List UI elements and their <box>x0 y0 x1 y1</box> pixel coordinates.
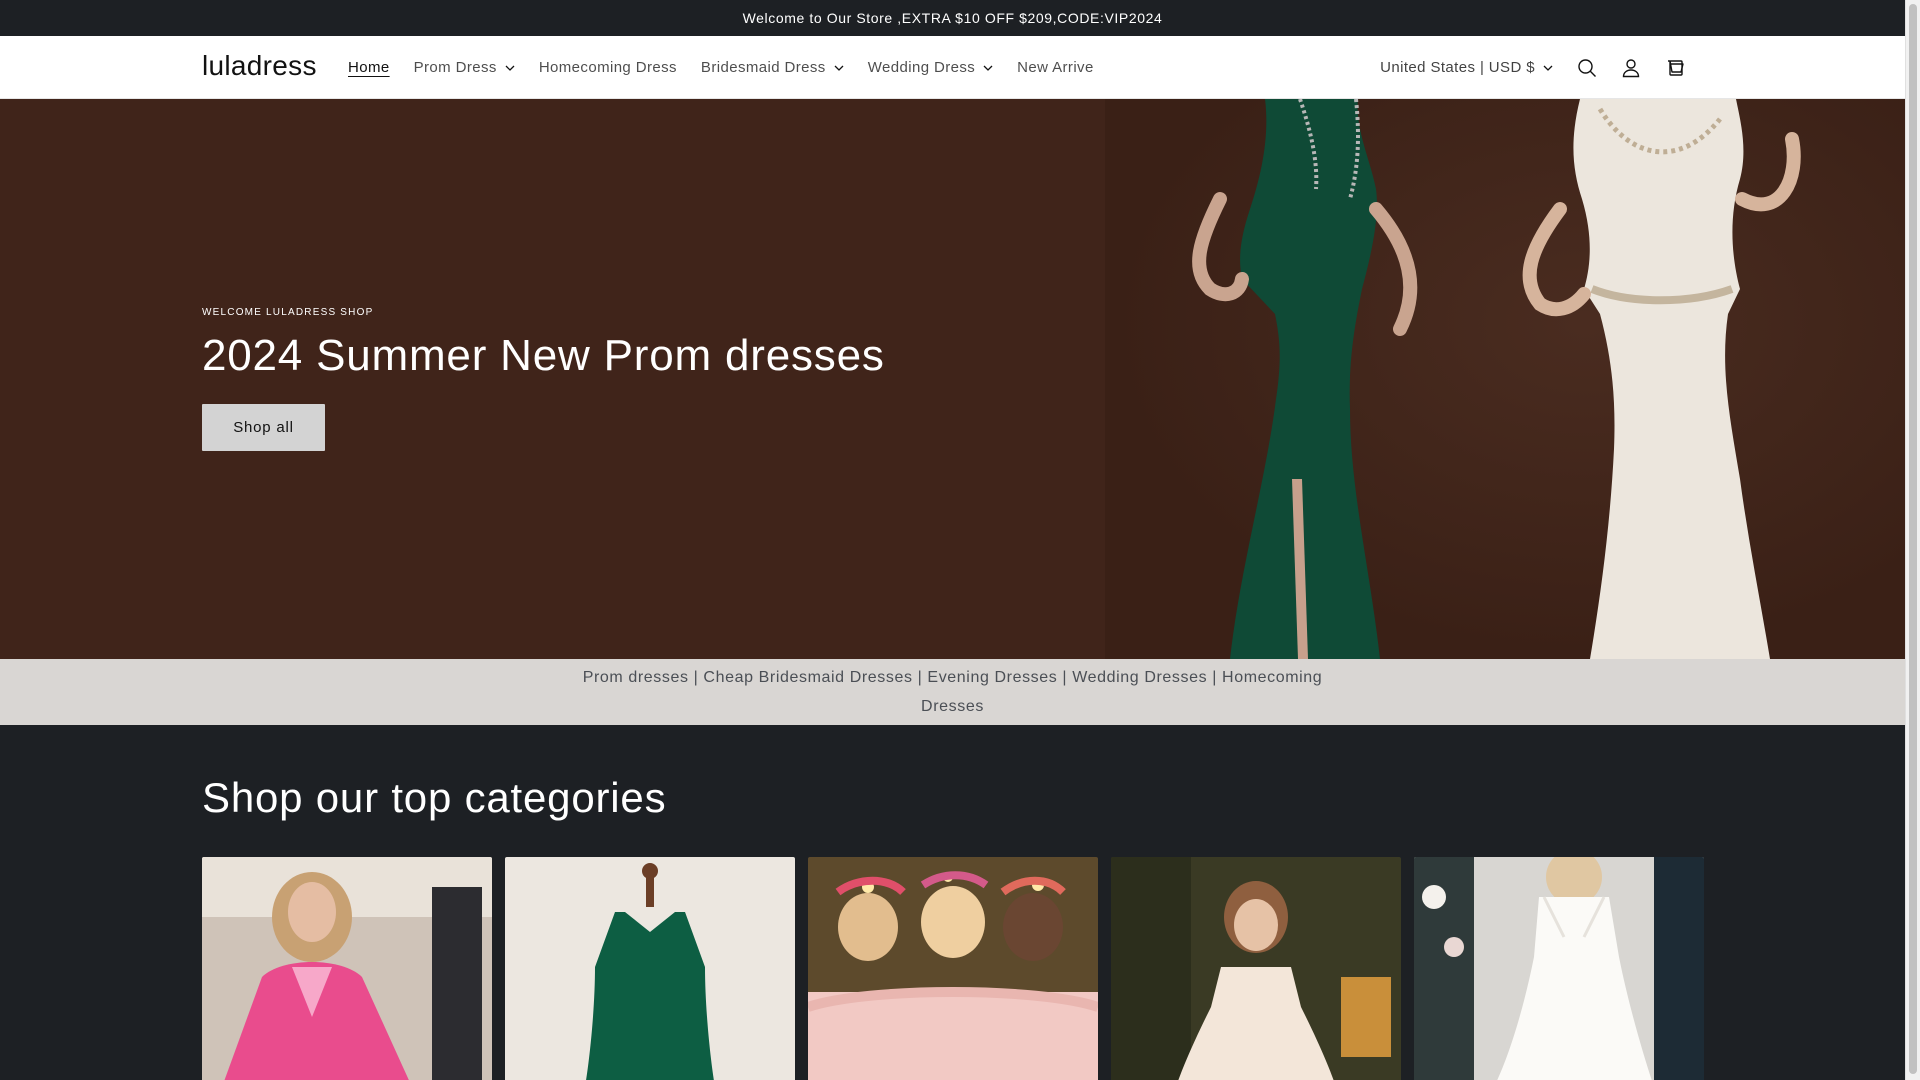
prom-dress-image <box>202 857 492 1080</box>
nav-label: Prom Dress <box>413 59 497 76</box>
hero-banner: WELCOME LULADRESS SHOP 2024 Summer New P… <box>0 99 1905 659</box>
main-nav: Home Prom Dress Homecoming Dress Bridesm… <box>336 36 1106 99</box>
nav-label: Bridesmaid Dress <box>700 59 826 76</box>
announcement-text: Welcome to Our Store ,EXTRA $10 OFF $209… <box>742 10 1163 26</box>
store-logo[interactable]: luladress <box>202 50 317 82</box>
chevron-down-icon <box>983 65 993 71</box>
nav-label: Wedding Dress <box>867 59 976 76</box>
homecoming-dress-image <box>505 857 795 1080</box>
chevron-down-icon <box>834 65 844 71</box>
page-scrollbar[interactable] <box>1905 0 1920 1080</box>
chevron-down-icon <box>1543 65 1553 71</box>
category-card-wedding[interactable] <box>1414 857 1704 1080</box>
country-currency-selector[interactable]: United States | USD $ <box>1368 59 1565 76</box>
category-links-text: Prom dresses | Cheap Bridesmaid Dresses … <box>582 669 1323 715</box>
account-button[interactable] <box>1609 46 1653 90</box>
hero-subheading: WELCOME LULADRESS SHOP <box>202 307 374 318</box>
flower-girl-dress-image <box>1111 857 1401 1080</box>
category-links-bar: Prom dresses | Cheap Bridesmaid Dresses … <box>0 659 1905 725</box>
hero-title: 2024 Summer New Prom dresses <box>202 331 885 380</box>
nav-label: Homecoming Dress <box>538 59 677 76</box>
category-card-prom[interactable] <box>202 857 492 1080</box>
scrollbar-thumb[interactable] <box>1909 4 1917 1074</box>
search-icon <box>1578 58 1596 77</box>
nav-item-bridesmaid-dress[interactable]: Bridesmaid Dress <box>689 36 856 99</box>
announcement-bar: Welcome to Our Store ,EXTRA $10 OFF $209… <box>0 0 1905 36</box>
shop-all-button[interactable]: Shop all <box>202 404 325 451</box>
bridesmaid-dress-image <box>808 857 1098 1080</box>
nav-item-new-arrive[interactable]: New Arrive <box>1005 36 1106 99</box>
category-card-bridesmaid[interactable] <box>808 857 1098 1080</box>
chevron-down-icon <box>505 65 515 71</box>
category-card-flower-girl[interactable] <box>1111 857 1401 1080</box>
nav-item-prom-dress[interactable]: Prom Dress <box>402 36 527 99</box>
nav-label: New Arrive <box>1017 59 1094 76</box>
header-utilities: United States | USD $ <box>1368 36 1697 99</box>
wedding-dress-image <box>1414 857 1704 1080</box>
cart-button[interactable] <box>1653 46 1697 90</box>
nav-item-homecoming-dress[interactable]: Homecoming Dress <box>527 36 689 99</box>
top-categories-section: Shop our top categories <box>0 725 1905 1080</box>
nav-item-wedding-dress[interactable]: Wedding Dress <box>856 36 1005 99</box>
site-header: luladress Home Prom Dress Homecoming Dre… <box>0 36 1905 99</box>
nav-label: Home <box>348 59 390 76</box>
hero-models-image <box>1192 99 1801 659</box>
search-button[interactable] <box>1565 46 1609 90</box>
category-card-homecoming[interactable] <box>505 857 795 1080</box>
currency-label: United States | USD $ <box>1380 59 1535 76</box>
account-icon <box>1622 58 1640 77</box>
cart-icon <box>1668 59 1684 76</box>
section-title: Shop our top categories <box>202 774 667 821</box>
nav-item-home[interactable]: Home <box>336 36 402 99</box>
